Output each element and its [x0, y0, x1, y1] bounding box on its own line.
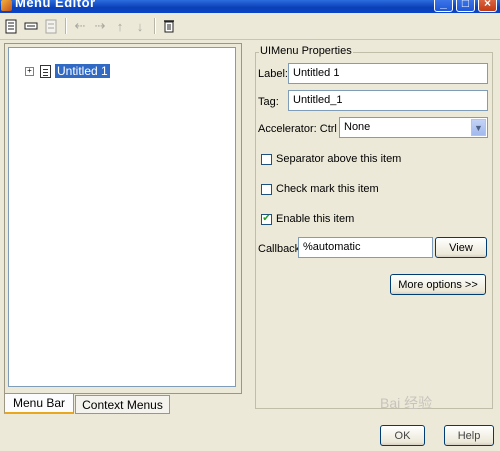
callback-label: Callback: — [258, 243, 304, 255]
toolbar-separator — [65, 18, 67, 34]
separator-checkbox-label: Separator above this item — [276, 153, 402, 165]
new-menu-item-icon[interactable] — [23, 18, 39, 34]
accelerator-label: Accelerator: Ctrl + — [258, 123, 347, 135]
tab-context-menus[interactable]: Context Menus — [75, 395, 170, 414]
close-button[interactable]: × — [478, 0, 497, 12]
help-button[interactable]: Help — [444, 425, 494, 446]
expand-plus-icon[interactable]: + — [25, 66, 34, 76]
more-options-button[interactable]: More options >> — [390, 274, 486, 295]
delete-icon[interactable] — [161, 18, 177, 34]
properties-legend: UIMenu Properties — [259, 45, 353, 57]
label-input[interactable]: Untitled 1 — [288, 63, 488, 84]
tab-menu-bar[interactable]: Menu Bar — [4, 394, 74, 414]
title-bar[interactable]: Menu Editor _ □ × — [0, 0, 500, 13]
separator-checkbox-row[interactable]: Separator above this item — [261, 152, 401, 166]
checkmark-icon: ✔ — [262, 213, 271, 224]
menu-document-icon — [40, 64, 51, 78]
toolbar: ⇠ ⇢ ↑ ↓ — [0, 13, 500, 40]
enable-checkbox-label: Enable this item — [276, 213, 355, 225]
move-left-arrow-icon[interactable]: ⇠ — [72, 18, 88, 34]
accelerator-select[interactable]: None ▼ — [339, 117, 488, 138]
minimize-icon: _ — [440, 0, 447, 10]
window-title: Menu Editor — [15, 0, 96, 10]
tree-item-label: Untitled 1 — [55, 64, 110, 78]
checkmark-checkbox-label: Check mark this item — [276, 183, 379, 195]
tag-field-label: Tag: — [258, 96, 279, 108]
callback-input[interactable]: %automatic — [298, 237, 433, 258]
toolbar-separator — [154, 18, 156, 34]
accelerator-value: None — [344, 121, 371, 133]
maximize-icon: □ — [461, 0, 470, 10]
menu-tree-panel: + Untitled 1 — [4, 43, 242, 394]
enable-checkbox-row[interactable]: ✔ Enable this item — [261, 212, 354, 226]
enable-checkbox[interactable]: ✔ — [261, 213, 272, 225]
menu-tree[interactable]: + Untitled 1 — [8, 47, 236, 387]
separator-checkbox[interactable] — [261, 153, 272, 165]
tree-item[interactable]: + Untitled 1 — [25, 64, 110, 78]
move-right-arrow-icon[interactable]: ⇢ — [92, 18, 108, 34]
new-menu-icon[interactable] — [3, 18, 19, 34]
app-icon — [1, 0, 12, 11]
move-up-arrow-icon[interactable]: ↑ — [112, 18, 128, 34]
watermark: Bai 经验 — [380, 395, 433, 411]
close-icon: × — [483, 0, 491, 10]
checkmark-checkbox-row[interactable]: Check mark this item — [261, 182, 379, 196]
new-context-menu-icon[interactable] — [43, 18, 59, 34]
view-button[interactable]: View — [435, 237, 487, 258]
move-down-arrow-icon[interactable]: ↓ — [132, 18, 148, 34]
maximize-button[interactable]: □ — [456, 0, 475, 12]
chevron-down-icon[interactable]: ▼ — [471, 119, 486, 136]
label-field-label: Label: — [258, 68, 288, 80]
ok-button[interactable]: OK — [380, 425, 425, 446]
checkmark-checkbox[interactable] — [261, 183, 272, 195]
tag-input[interactable]: Untitled_1 — [288, 90, 488, 111]
minimize-button[interactable]: _ — [434, 0, 453, 12]
